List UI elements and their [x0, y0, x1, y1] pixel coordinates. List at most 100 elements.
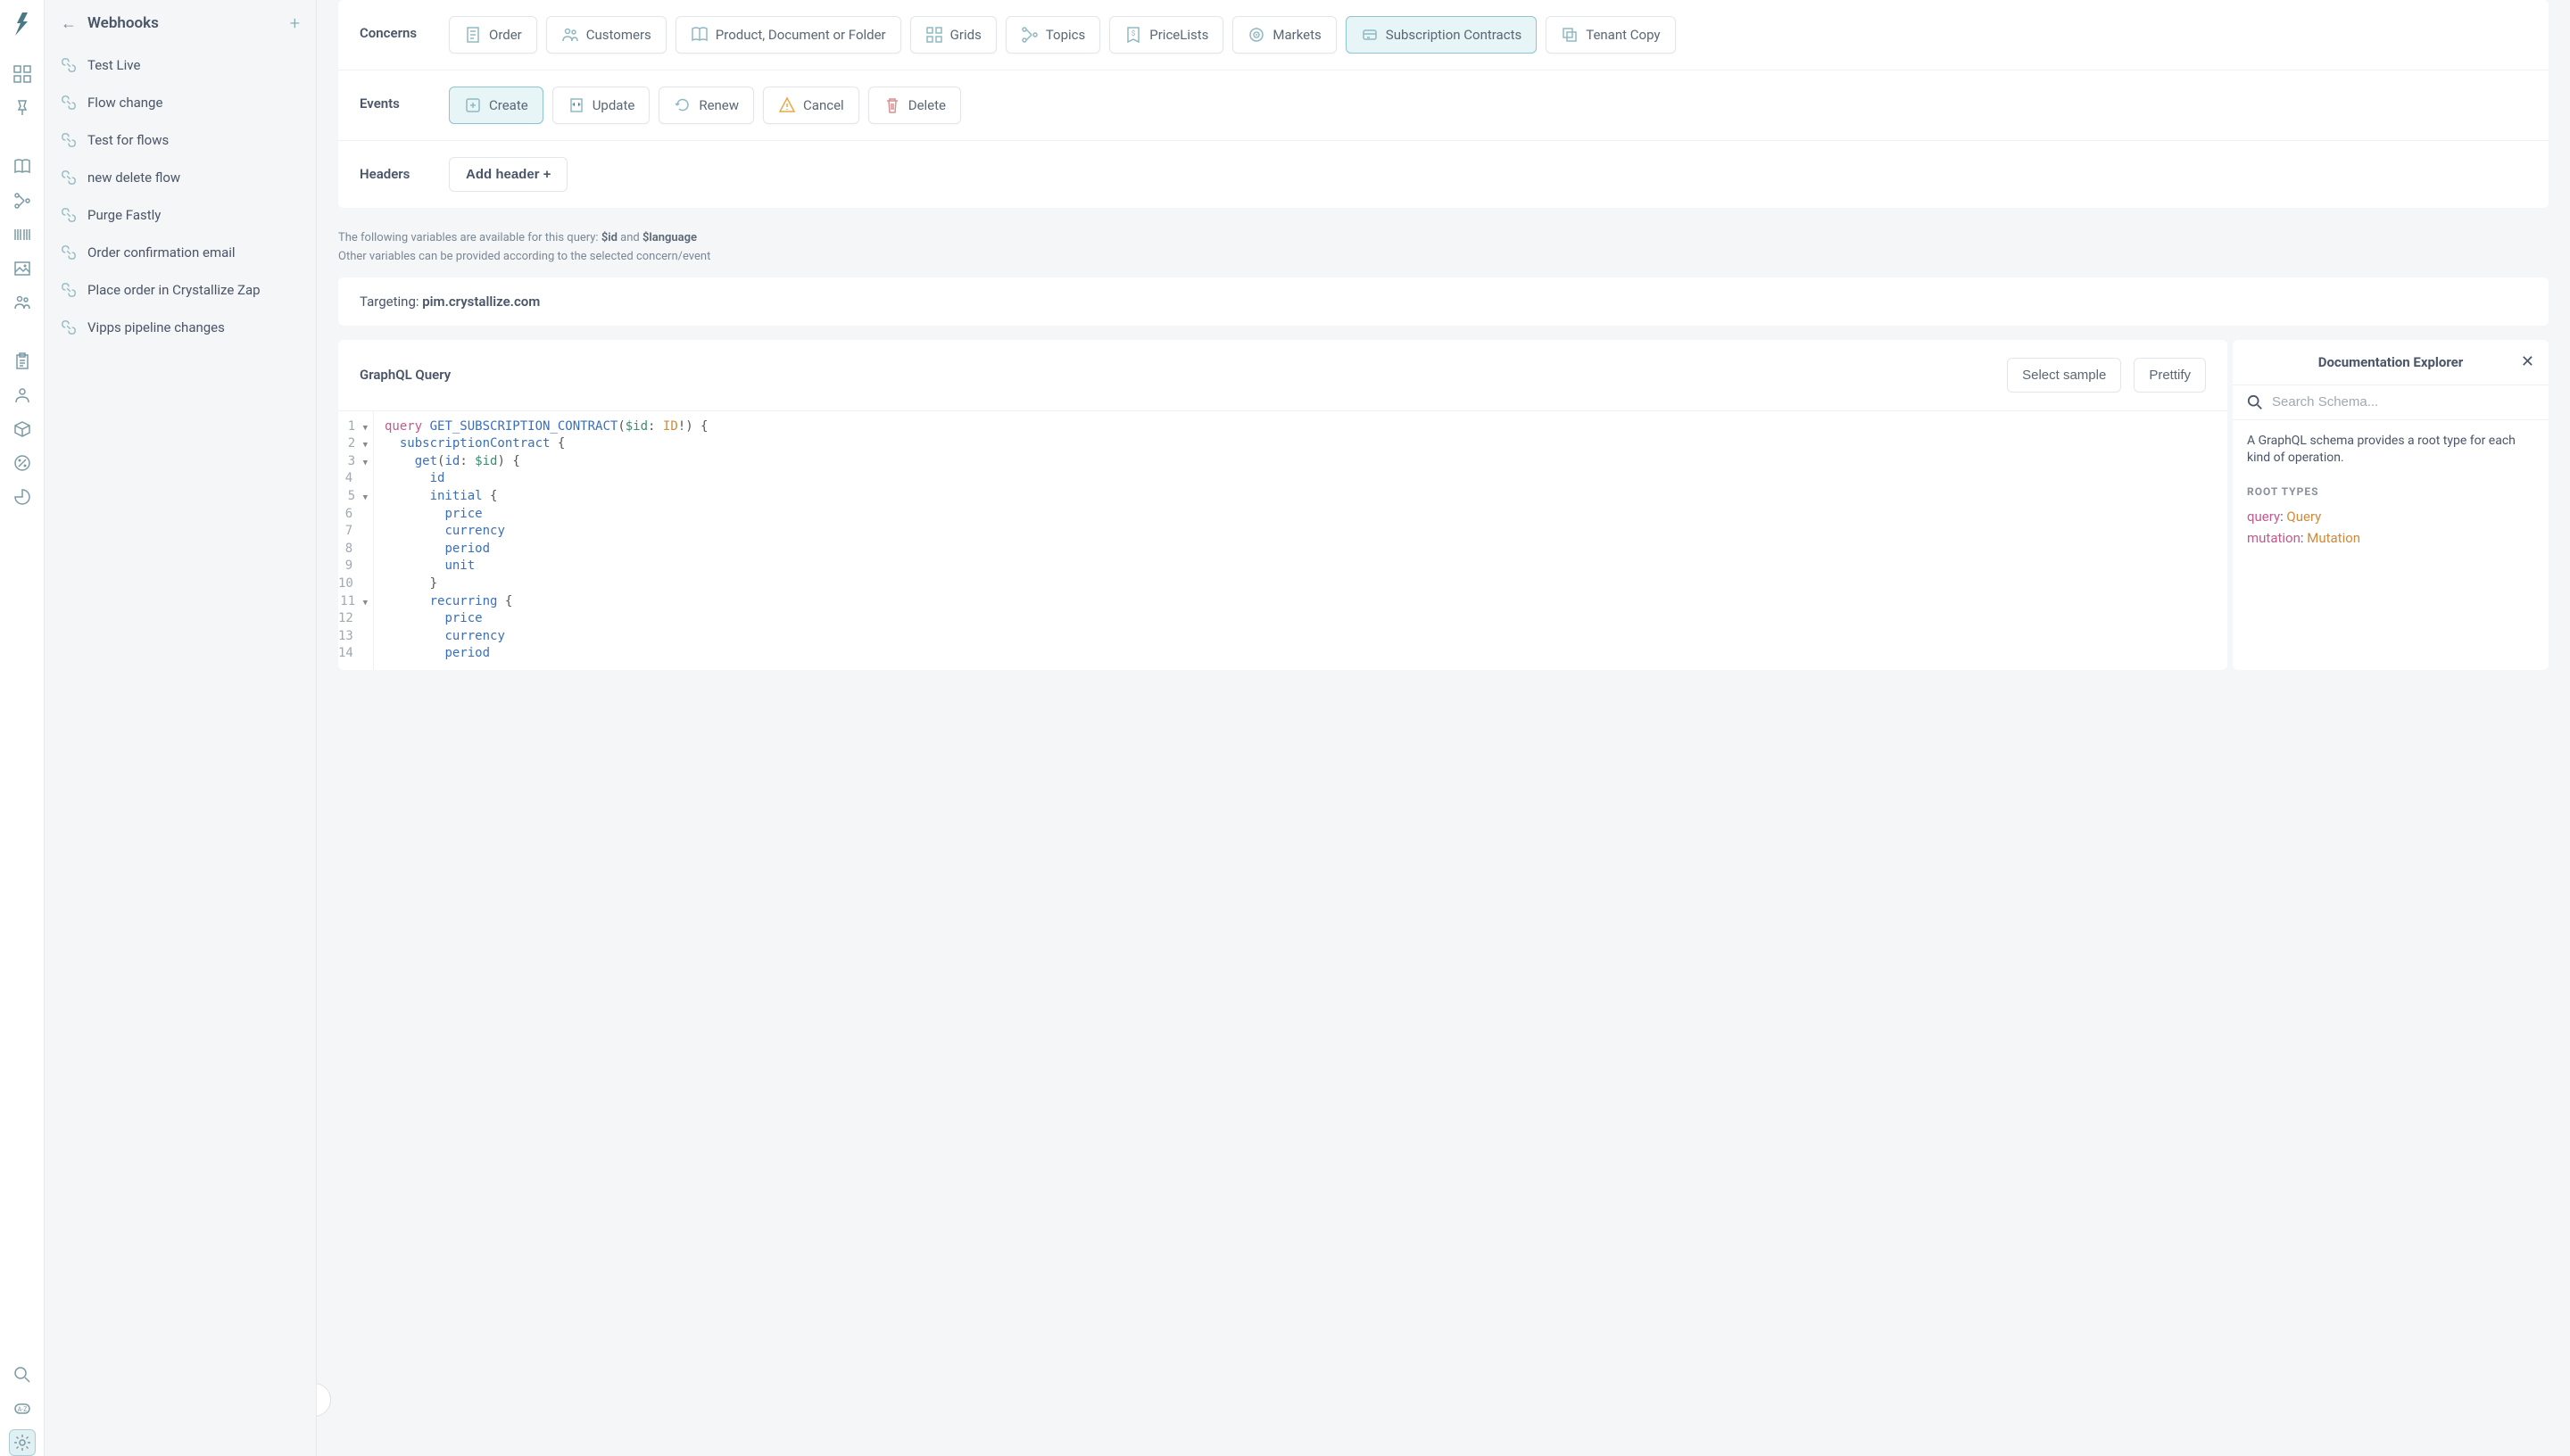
plus-icon [464, 96, 482, 114]
book-icon [691, 26, 709, 44]
concern-chip[interactable]: Topics [1006, 16, 1100, 54]
nav-lang-icon[interactable]: A-Z [9, 1395, 36, 1422]
chip-label: PriceLists [1149, 27, 1208, 43]
chip-label: Cancel [803, 97, 844, 113]
headers-label: Headers [360, 157, 449, 182]
trash-icon [883, 96, 901, 114]
order-icon [464, 26, 482, 44]
prettify-button[interactable]: Prettify [2134, 358, 2206, 393]
chip-label: Grids [950, 27, 982, 43]
webhook-item[interactable]: Flow change [45, 84, 316, 121]
chip-label: Tenant Copy [1586, 27, 1660, 43]
webhook-item[interactable]: Place order in Crystallize Zap [45, 271, 316, 309]
update-icon [568, 96, 585, 114]
webhook-item[interactable]: Purge Fastly [45, 196, 316, 234]
root-type-link[interactable]: Query [2286, 509, 2321, 525]
webhook-label: Purge Fastly [87, 207, 161, 223]
webhook-label: new delete flow [87, 170, 180, 186]
chip-label: Update [593, 97, 635, 113]
icon-sidebar: A-Z [0, 0, 45, 1456]
nav-people-icon[interactable] [9, 289, 36, 316]
webhook-icon [61, 57, 77, 73]
concern-chip[interactable]: Order [449, 16, 537, 54]
nav-tree-icon[interactable] [9, 187, 36, 214]
chip-label: Create [489, 97, 528, 113]
svg-text:$: $ [1132, 29, 1136, 37]
main-content: Concerns OrderCustomersProduct, Document… [317, 0, 2570, 1456]
query-card: GraphQL Query Select sample Prettify 1 ▼… [338, 340, 2227, 670]
webhook-item[interactable]: Test Live [45, 46, 316, 84]
nav-clipboard-icon[interactable] [9, 348, 36, 375]
webhook-icon [61, 207, 77, 223]
nav-book-icon[interactable] [9, 153, 36, 180]
targeting-card: Targeting: pim.crystallize.com [338, 277, 2549, 326]
event-chip[interactable]: Renew [659, 87, 754, 124]
nav-user-icon[interactable] [9, 382, 36, 409]
markets-icon [1248, 26, 1265, 44]
concern-chip[interactable]: Grids [910, 16, 997, 54]
concern-chip[interactable]: Product, Document or Folder [676, 16, 901, 54]
webhook-label: Place order in Crystallize Zap [87, 282, 261, 298]
concern-chip[interactable]: Markets [1232, 16, 1336, 54]
collapse-handle[interactable] [317, 1383, 331, 1417]
webhook-label: Vipps pipeline changes [87, 319, 225, 335]
concern-chip[interactable]: Subscription Contracts [1346, 16, 1537, 54]
webhook-icon [61, 132, 77, 148]
nav-search-icon[interactable] [9, 1361, 36, 1388]
nav-pie-icon[interactable] [9, 484, 36, 510]
event-chip[interactable]: Delete [868, 87, 961, 124]
chip-label: Customers [586, 27, 651, 43]
chip-label: Order [489, 27, 522, 43]
grids-icon [925, 26, 943, 44]
concern-chip[interactable]: Customers [546, 16, 667, 54]
query-title: GraphQL Query [360, 367, 1994, 383]
doc-title: Documentation Explorer [2318, 354, 2464, 370]
root-type-row: mutation: Mutation [2247, 530, 2534, 546]
chip-label: Topics [1046, 27, 1085, 43]
add-header-button[interactable]: Add header + [449, 157, 568, 192]
svg-text:A-Z: A-Z [17, 1406, 27, 1413]
root-types-label: ROOT TYPES [2247, 485, 2534, 498]
webhook-label: Order confirmation email [87, 244, 236, 261]
chip-label: Markets [1273, 27, 1321, 43]
nav-barcode-icon[interactable] [9, 221, 36, 248]
event-chip[interactable]: Update [552, 87, 651, 124]
webhook-item[interactable]: Vipps pipeline changes [45, 309, 316, 346]
chip-label: Delete [908, 97, 946, 113]
event-chip[interactable]: Create [449, 87, 543, 124]
add-webhook-button[interactable]: + [290, 12, 300, 34]
chip-label: Renew [699, 97, 739, 113]
webhook-item[interactable]: Order confirmation email [45, 234, 316, 271]
concern-chip[interactable]: $ PriceLists [1109, 16, 1223, 54]
event-chip[interactable]: Cancel [763, 87, 859, 124]
targeting-label: Targeting: [360, 294, 422, 310]
topics-icon [1021, 26, 1039, 44]
doc-close-button[interactable]: ✕ [2521, 352, 2534, 371]
nav-image-icon[interactable] [9, 255, 36, 282]
back-button[interactable]: ← [61, 14, 77, 33]
root-type-link[interactable]: Mutation [2307, 530, 2360, 546]
schema-search-input[interactable] [2272, 394, 2534, 410]
root-type-field: mutation [2247, 530, 2301, 546]
nav-percent-icon[interactable] [9, 450, 36, 476]
code-editor[interactable]: 1 ▼2 ▼3 ▼4 5 ▼6 7 8 9 10 11 ▼12 13 14 qu… [338, 410, 2227, 670]
select-sample-button[interactable]: Select sample [2007, 358, 2121, 393]
var-lang: $language [642, 231, 697, 244]
webhook-icon [61, 170, 77, 186]
nav-pin-icon[interactable] [9, 95, 36, 121]
vars-line2: Other variables can be provided accordin… [338, 250, 710, 263]
nav-dashboard-icon[interactable] [9, 61, 36, 87]
logo-icon [8, 11, 37, 39]
root-type-row: query: Query [2247, 509, 2534, 525]
nav-box-icon[interactable] [9, 416, 36, 443]
concern-chip[interactable]: Tenant Copy [1546, 16, 1675, 54]
webhook-item[interactable]: Test for flows [45, 121, 316, 159]
webhook-label: Flow change [87, 95, 162, 111]
root-type-field: query [2247, 509, 2280, 525]
webhook-item[interactable]: new delete flow [45, 159, 316, 196]
nav-settings-icon[interactable] [9, 1429, 36, 1456]
sub-icon [1361, 26, 1379, 44]
webhook-icon [61, 282, 77, 298]
events-label: Events [360, 87, 449, 112]
webhook-icon [61, 319, 77, 335]
